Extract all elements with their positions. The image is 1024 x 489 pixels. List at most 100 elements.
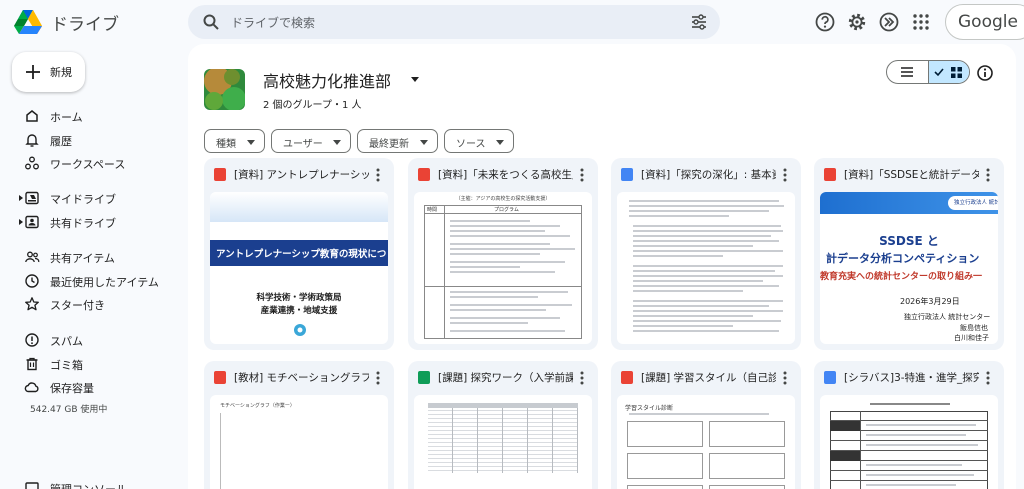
- plus-icon: [26, 65, 40, 79]
- file-card[interactable]: [課題] 探究ワーク（入学前課題）: [408, 361, 598, 489]
- grid-view-button[interactable]: [928, 61, 969, 83]
- sidebar-item-label: ワークスペース: [50, 158, 126, 171]
- sidebar-item-home[interactable]: ホーム: [0, 105, 180, 127]
- search-input[interactable]: ドライブで検索: [231, 14, 315, 31]
- sidebar-item-label: スター付き: [50, 299, 105, 312]
- chevron-down-icon: [333, 140, 341, 145]
- app-name: ドライブ: [51, 15, 119, 35]
- filter-modified[interactable]: 最終更新: [357, 129, 438, 153]
- file-thumbnail: アントレプレナーシップ教育の現状について 科学技術・学術政策局 産業連携・地域支…: [210, 192, 388, 344]
- list-view-button[interactable]: [887, 61, 929, 83]
- sidebar-item-label: 最近使用したアイテム: [50, 276, 159, 289]
- file-name: [教材] モチベーショングラフ: [234, 372, 369, 384]
- thumb-table-header: プログラム: [494, 207, 519, 213]
- more-options-icon[interactable]: [376, 371, 380, 385]
- sidebar-item-recent[interactable]: 最近使用したアイテム: [0, 270, 180, 292]
- bell-icon: [25, 134, 39, 147]
- google-account-chip[interactable]: Google: [945, 4, 1024, 40]
- workspaces-icon: [25, 156, 39, 170]
- sidebar-item-label: 保存容量: [50, 382, 94, 395]
- star-icon: [25, 297, 39, 311]
- file-thumbnail: 独立行政法人 統計センター SSDSE と 計データ分析コンペティション 教育充…: [820, 192, 998, 344]
- more-options-icon[interactable]: [986, 371, 990, 385]
- home-icon: [26, 110, 38, 122]
- group-dropdown-icon[interactable]: [411, 77, 419, 82]
- clock-icon: [25, 274, 39, 288]
- group-avatar: [204, 69, 245, 110]
- file-name: [課題] 探究ワーク（入学前課題）: [438, 372, 573, 384]
- more-options-icon[interactable]: [783, 168, 787, 182]
- thumb-org: 独立行政法人 統計センター: [904, 313, 991, 321]
- group-avatar-image: [204, 69, 245, 110]
- file-card[interactable]: [シラバス]3-特進・進学_探究: [814, 361, 1004, 489]
- pdf-file-icon: [418, 168, 430, 181]
- gemini-sparkle-icon[interactable]: [878, 11, 900, 33]
- shared-drives-icon: [25, 215, 39, 229]
- sidebar-item-trash[interactable]: ゴミ箱: [0, 353, 180, 375]
- sidebar-item-admin-console[interactable]: 管理コンソール: [0, 477, 180, 489]
- file-thumbnail: （主催：アジアの高校生の探究活動支援） 時間 プログラム: [414, 192, 592, 344]
- pdf-file-icon: [621, 371, 633, 384]
- list-view-icon: [901, 67, 913, 77]
- file-thumbnail: 学習スタイル診断: [617, 395, 795, 489]
- thumb-caption: （主催：アジアの高校生の探究活動支援）: [455, 196, 551, 202]
- file-card[interactable]: [課題] 学習スタイル（自己診断） 学習スタイル診断: [611, 361, 801, 489]
- thumb-person2: 白川和佳子: [954, 334, 989, 342]
- thumb-person1: 飯島信也: [960, 324, 988, 332]
- sidebar-item-activity[interactable]: 履歴: [0, 129, 180, 151]
- pdf-file-icon: [214, 371, 226, 384]
- file-name: [資料] アントレプレナーシップ教育の現状について: [234, 169, 369, 181]
- spam-icon: [25, 333, 39, 347]
- more-options-icon[interactable]: [783, 371, 787, 385]
- chevron-down-icon: [496, 140, 504, 145]
- filter-type[interactable]: 種類: [204, 129, 265, 153]
- filter-source[interactable]: ソース: [444, 129, 514, 153]
- more-options-icon[interactable]: [580, 168, 584, 182]
- drive-logo-icon[interactable]: [14, 9, 42, 35]
- view-toggle[interactable]: [886, 60, 970, 84]
- sidebar-item-shared-with-me[interactable]: 共有アイテム: [0, 246, 180, 268]
- sidebar-item-label: 管理コンソール: [50, 481, 127, 489]
- sidebar-item-shared-drives[interactable]: 共有ドライブ: [0, 211, 180, 233]
- more-options-icon[interactable]: [376, 168, 380, 182]
- file-thumbnail: [617, 192, 795, 344]
- sidebar-item-starred[interactable]: スター付き: [0, 293, 180, 315]
- google-brand-text: Google: [958, 12, 1018, 32]
- thumb-date: 2026年3月29日: [900, 297, 960, 306]
- search-options-icon[interactable]: [690, 13, 708, 31]
- chevron-down-icon: [247, 140, 255, 145]
- file-card[interactable]: [資料]「探究の深化」: 基本資料: [611, 158, 801, 350]
- filter-people[interactable]: ユーザー: [271, 129, 351, 153]
- people-icon: [25, 251, 40, 263]
- pdf-file-icon: [214, 168, 226, 181]
- filter-label: ソース: [456, 139, 486, 150]
- file-card[interactable]: [資料]「SSDSEと統計データ分析コンペティション」 独立行政法人 統計センタ…: [814, 158, 1004, 350]
- sidebar-item-label: ゴミ箱: [50, 359, 83, 372]
- thumb-title-line3: 教育充実への統計センターの取り組み一: [820, 272, 983, 282]
- file-card[interactable]: [資料]「未来をつくる高校生」プログラム （主催：アジアの高校生の探究活動支援）…: [408, 158, 598, 350]
- settings-gear-icon[interactable]: [846, 11, 868, 33]
- group-subtitle: 2 個のグループ・1 人: [263, 100, 362, 111]
- new-button[interactable]: 新規: [12, 52, 85, 92]
- sidebar-item-workspaces[interactable]: ワークスペース: [0, 152, 180, 174]
- group-title[interactable]: 高校魅力化推進部: [263, 68, 391, 92]
- file-thumbnail: [414, 395, 592, 489]
- more-options-icon[interactable]: [986, 168, 990, 182]
- info-icon[interactable]: [976, 64, 994, 82]
- file-card[interactable]: [教材] モチベーショングラフ モチベーショングラフ（作業ー）: [204, 361, 394, 489]
- help-icon[interactable]: [814, 11, 836, 33]
- sidebar-item-storage[interactable]: 保存容量: [0, 376, 180, 398]
- sidebar-item-spam[interactable]: スパム: [0, 329, 180, 351]
- search-icon[interactable]: [202, 13, 220, 31]
- thumb-column-header: 時間: [427, 207, 438, 213]
- file-name: [資料]「探究の深化」: 基本資料: [641, 169, 776, 181]
- sidebar-item-my-drive[interactable]: マイドライブ: [0, 187, 180, 209]
- chevron-down-icon: [420, 140, 428, 145]
- thumb-org-line1: 科学技術・学術政策局: [256, 293, 342, 303]
- file-card[interactable]: [資料] アントレプレナーシップ教育の現状について アントレプレナーシップ教育の…: [204, 158, 394, 350]
- search-bar[interactable]: ドライブで検索: [188, 5, 720, 39]
- more-options-icon[interactable]: [580, 371, 584, 385]
- sidebar-item-label: ホーム: [50, 111, 83, 124]
- apps-grid-icon[interactable]: [910, 11, 932, 33]
- thumb-heading: アントレプレナーシップ教育の現状について: [216, 249, 386, 260]
